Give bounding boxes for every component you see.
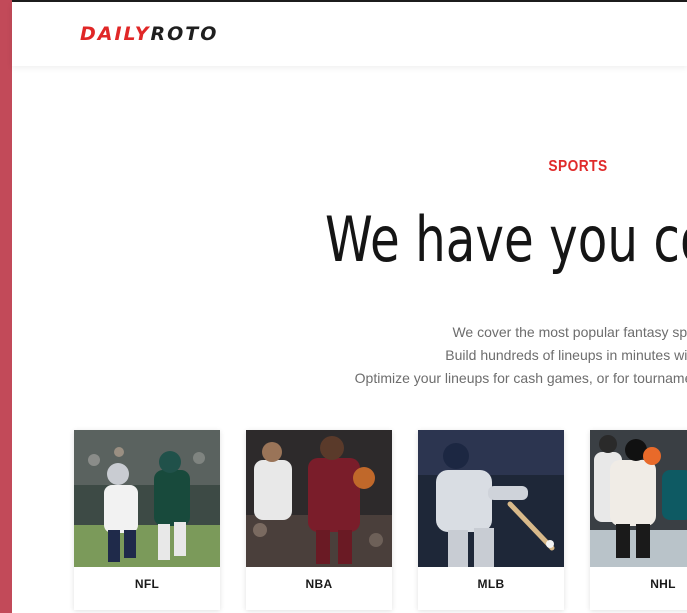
section-eyebrow: SPORTS — [548, 158, 608, 175]
sport-card-label-nfl: NFL — [134, 577, 160, 591]
page: DAILYROTO SPORTS We have you co We cover… — [0, 0, 687, 613]
nba-photo — [246, 430, 392, 567]
mlb-photo — [418, 430, 564, 567]
sport-card-mlb[interactable]: MLB — [418, 430, 564, 610]
logo-text-roto: ROTO — [150, 23, 219, 45]
page-headline: We have you co — [325, 203, 687, 276]
sport-card-nhl[interactable]: NHL — [590, 430, 687, 610]
nhl-photo — [590, 430, 687, 567]
description-line-3: Optimize your lineups for cash games, or… — [354, 370, 687, 386]
sport-card-nba[interactable]: NBA — [246, 430, 392, 610]
sport-card-label-nhl: NHL — [650, 577, 676, 591]
left-edge-bar — [0, 0, 12, 613]
logo-text-daily: DAILY — [80, 23, 151, 45]
description-line-1: We cover the most popular fantasy sport — [452, 324, 687, 340]
site-header: DAILYROTO — [12, 2, 687, 66]
sport-card-label-mlb: MLB — [477, 577, 505, 591]
nfl-photo — [74, 430, 220, 567]
sport-card-nfl[interactable]: NFL — [74, 430, 220, 610]
dailyroto-logo[interactable]: DAILYROTO — [80, 22, 218, 46]
sport-card-label-nba: NBA — [305, 577, 333, 591]
description-line-2: Build hundreds of lineups in minutes wit… — [445, 347, 687, 363]
